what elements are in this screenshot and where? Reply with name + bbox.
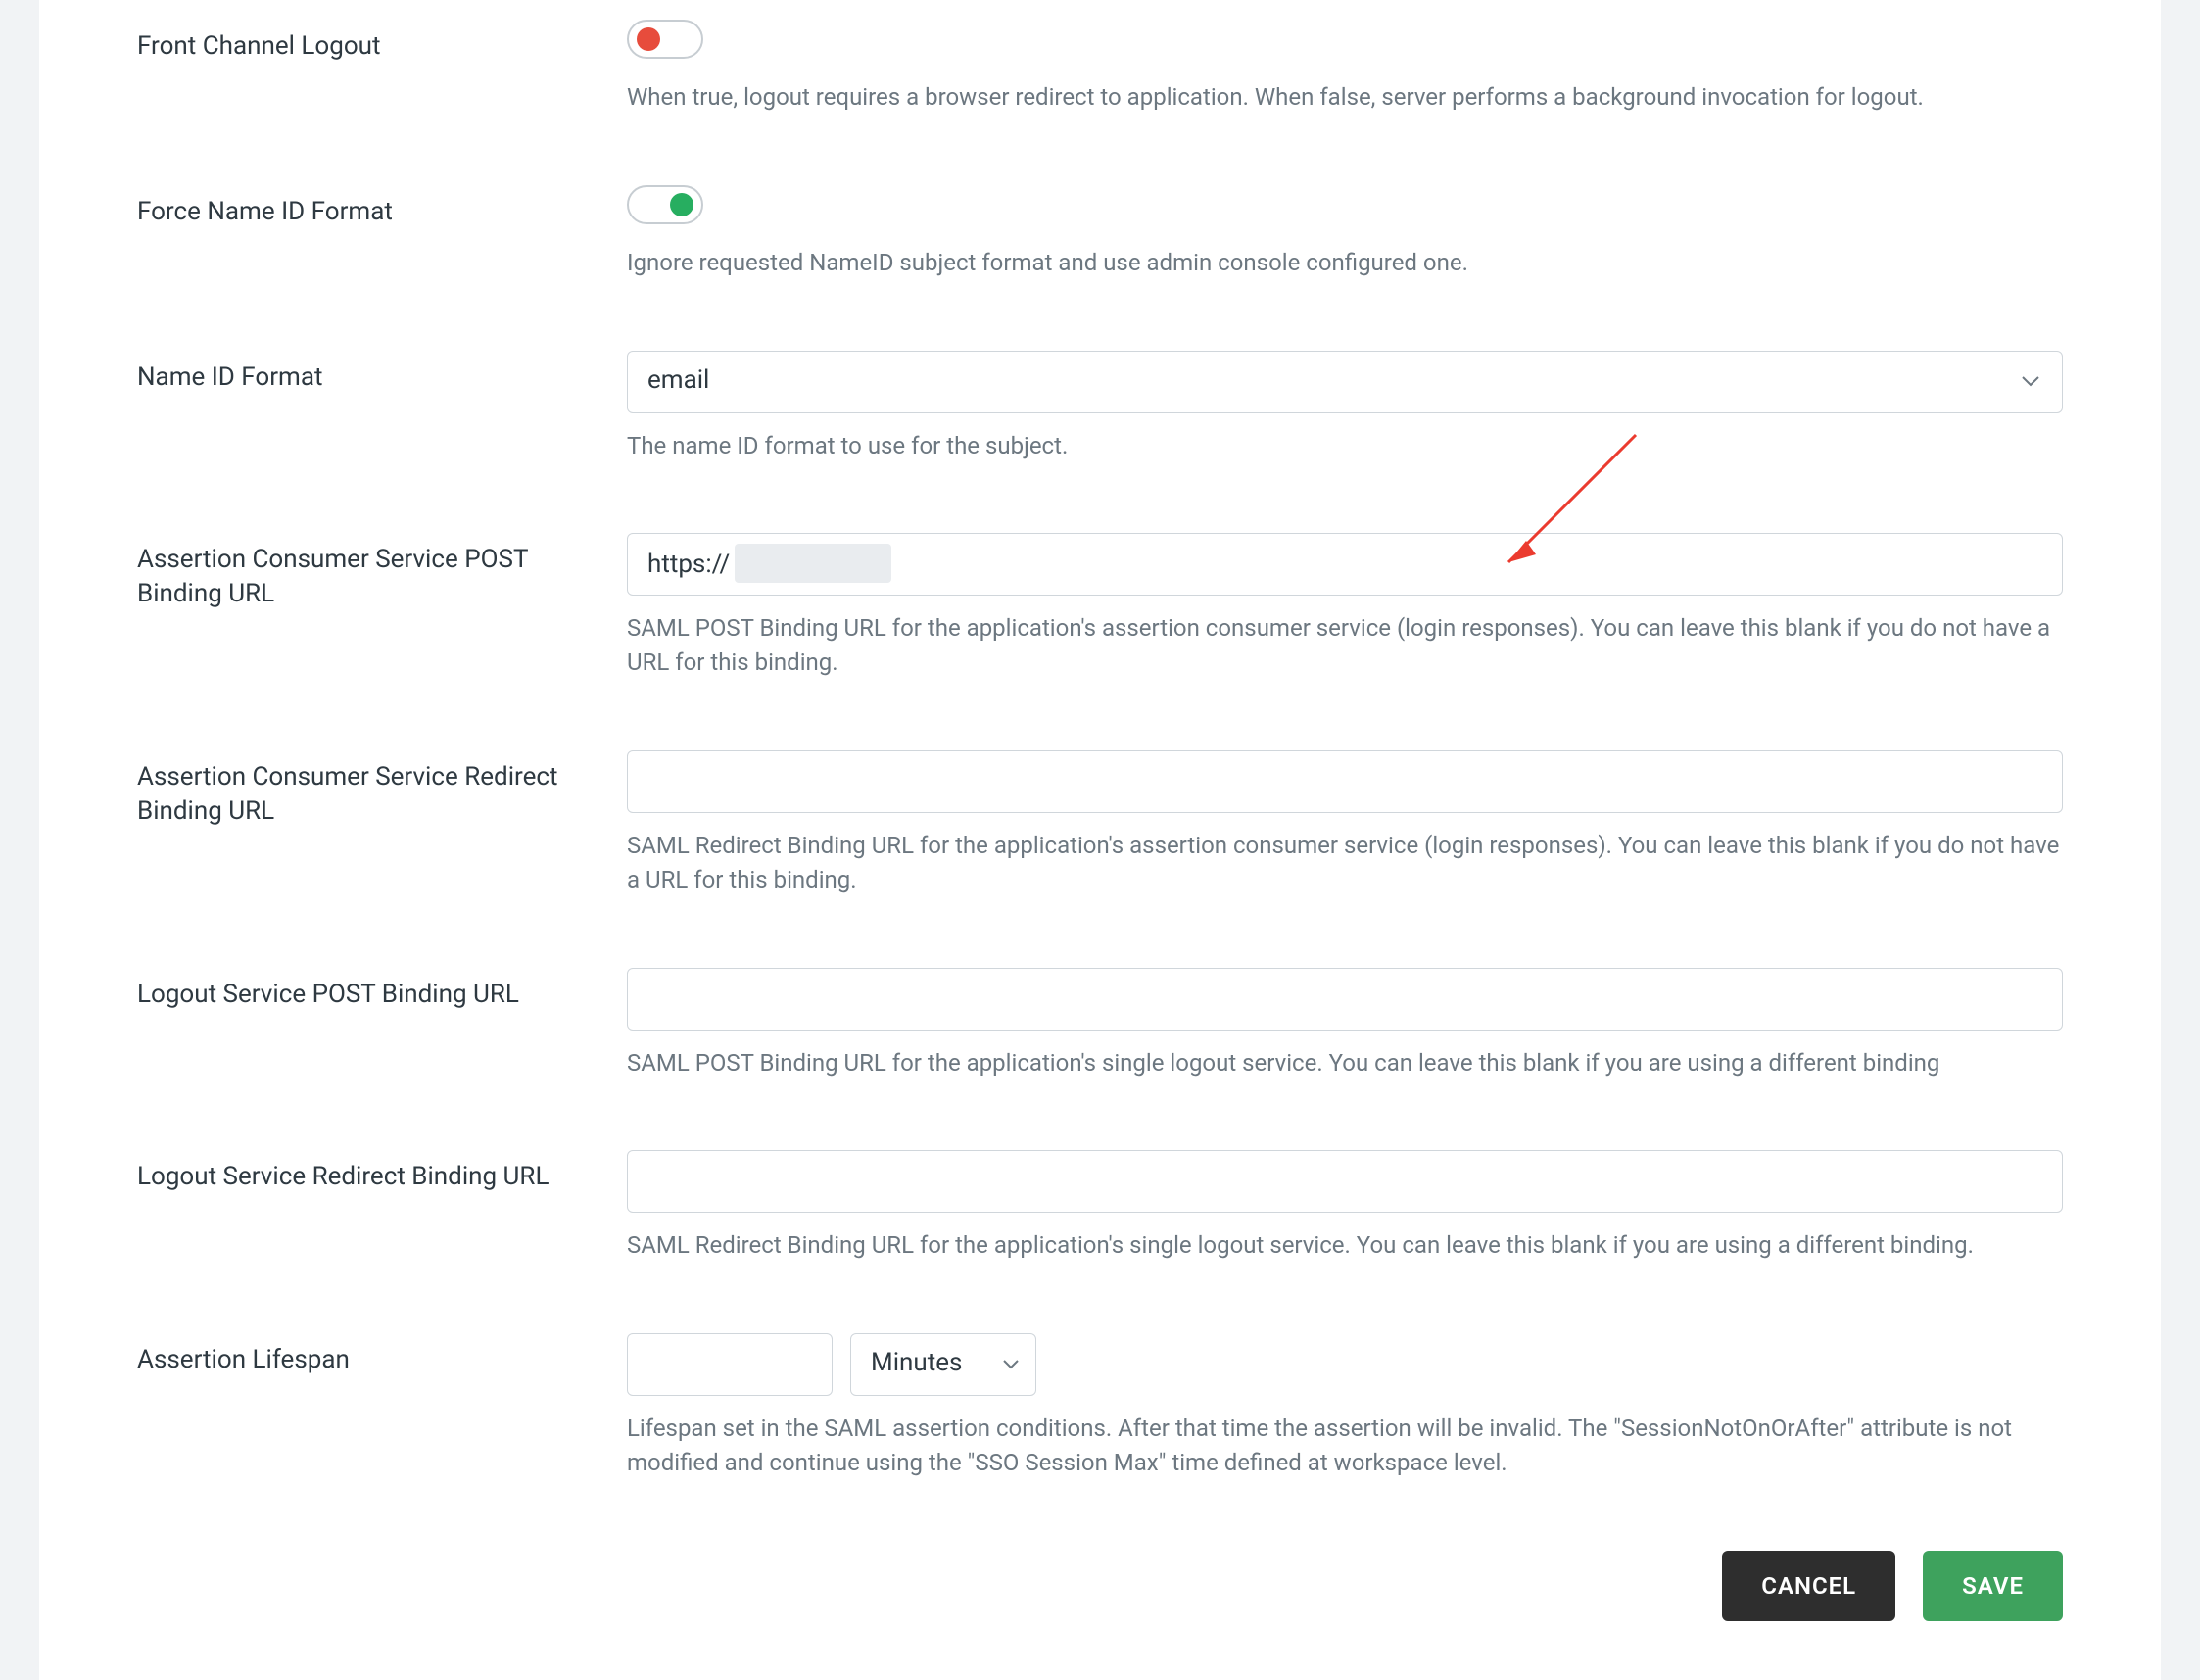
label-acs-post-url: Assertion Consumer Service POST Binding … — [137, 533, 627, 611]
form-actions: CANCEL SAVE — [137, 1551, 2063, 1621]
help-front-channel-logout: When true, logout requires a browser red… — [627, 80, 2063, 115]
help-logout-post-url: SAML POST Binding URL for the applicatio… — [627, 1046, 2063, 1080]
select-wrap-name-id-format: email — [627, 351, 2063, 413]
select-name-id-format[interactable]: email — [627, 351, 2063, 413]
cancel-button[interactable]: CANCEL — [1722, 1551, 1895, 1621]
help-acs-redirect-url: SAML Redirect Binding URL for the applic… — [627, 829, 2063, 897]
label-logout-redirect-url: Logout Service Redirect Binding URL — [137, 1150, 627, 1194]
select-lifespan-unit[interactable]: Minutes — [850, 1333, 1036, 1396]
help-force-name-id-format: Ignore requested NameID subject format a… — [627, 246, 2063, 280]
help-name-id-format: The name ID format to use for the subjec… — [627, 429, 2063, 463]
settings-form-panel: Front Channel Logout When true, logout r… — [39, 0, 2161, 1680]
input-logout-post-url[interactable] — [627, 968, 2063, 1031]
input-assertion-lifespan-value[interactable] — [627, 1333, 833, 1396]
label-name-id-format: Name ID Format — [137, 351, 627, 395]
help-assertion-lifespan: Lifespan set in the SAML assertion condi… — [627, 1412, 2063, 1480]
label-acs-redirect-url: Assertion Consumer Service Redirect Bind… — [137, 750, 627, 829]
label-force-name-id-format: Force Name ID Format — [137, 185, 627, 229]
row-force-name-id-format: Force Name ID Format Ignore requested Na… — [137, 185, 2063, 280]
input-acs-redirect-url[interactable] — [627, 750, 2063, 813]
row-front-channel-logout: Front Channel Logout When true, logout r… — [137, 20, 2063, 115]
row-logout-redirect-url: Logout Service Redirect Binding URL SAML… — [137, 1150, 2063, 1263]
help-logout-redirect-url: SAML Redirect Binding URL for the applic… — [627, 1228, 2063, 1263]
label-logout-post-url: Logout Service POST Binding URL — [137, 968, 627, 1012]
toggle-front-channel-logout[interactable] — [627, 20, 703, 59]
help-acs-post-url: SAML POST Binding URL for the applicatio… — [627, 611, 2063, 680]
row-name-id-format: Name ID Format email The name ID format … — [137, 351, 2063, 463]
label-front-channel-logout: Front Channel Logout — [137, 20, 627, 64]
toggle-knob — [670, 193, 693, 216]
toggle-force-name-id-format[interactable] — [627, 185, 703, 224]
row-acs-redirect-url: Assertion Consumer Service Redirect Bind… — [137, 750, 2063, 897]
row-assertion-lifespan: Assertion Lifespan Minutes Lifespan set … — [137, 1333, 2063, 1480]
label-assertion-lifespan: Assertion Lifespan — [137, 1333, 627, 1377]
input-acs-post-url[interactable] — [627, 533, 2063, 596]
toggle-knob — [637, 27, 660, 51]
save-button[interactable]: SAVE — [1923, 1551, 2063, 1621]
row-acs-post-url: Assertion Consumer Service POST Binding … — [137, 533, 2063, 680]
row-logout-post-url: Logout Service POST Binding URL SAML POS… — [137, 968, 2063, 1080]
input-logout-redirect-url[interactable] — [627, 1150, 2063, 1213]
select-wrap-lifespan-unit: Minutes — [850, 1333, 1036, 1396]
